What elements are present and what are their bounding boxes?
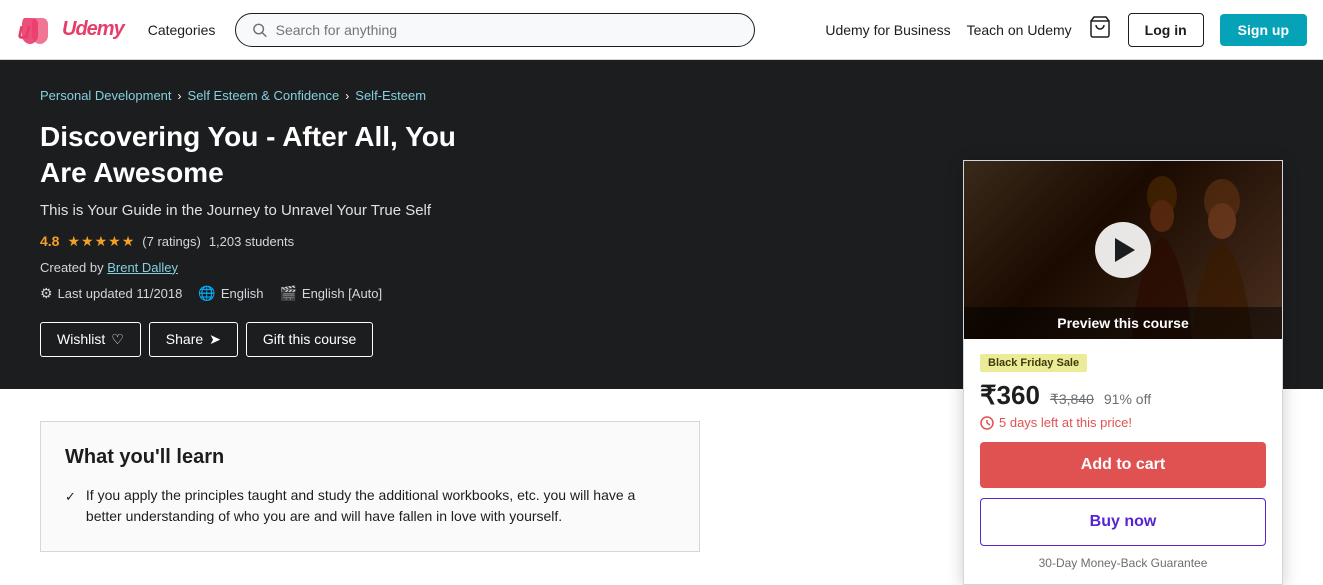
play-icon [1115, 238, 1135, 262]
discount-percent: 91% off [1104, 391, 1151, 407]
wishlist-button[interactable]: Wishlist ♡ [40, 322, 141, 357]
original-price: ₹3,840 [1050, 391, 1094, 408]
star-1: ★ [67, 233, 80, 250]
meta-row: ⚙ Last updated 11/2018 🌐 English 🎬 Engli… [40, 285, 460, 302]
current-price: ₹360 [980, 380, 1040, 411]
learn-section: What you'll learn ✓ If you apply the pri… [40, 421, 700, 552]
hero-section: Personal Development › Self Esteem & Con… [0, 60, 1323, 389]
course-card: Preview this course Black Friday Sale ₹3… [963, 160, 1283, 585]
rating-number: 4.8 [40, 233, 59, 249]
course-preview-image[interactable]: Preview this course [964, 161, 1282, 339]
signup-button[interactable]: Sign up [1220, 14, 1307, 46]
last-updated: ⚙ Last updated 11/2018 [40, 285, 182, 302]
add-to-cart-button[interactable]: Add to cart [980, 442, 1266, 488]
star-3: ★ [95, 233, 108, 250]
search-input[interactable] [276, 22, 739, 38]
cc-icon: 🎬 [279, 285, 296, 302]
settings-icon: ⚙ [40, 285, 53, 302]
star-5: ★ [122, 233, 135, 250]
instructor-link[interactable]: Brent Dalley [107, 260, 178, 275]
course-card-body: Black Friday Sale ₹360 ₹3,840 91% off 5 … [964, 339, 1282, 584]
globe-icon: 🌐 [198, 285, 215, 302]
search-icon [252, 22, 267, 38]
heart-icon: ♡ [111, 331, 124, 348]
logo-link[interactable]: 𝑢 Udemy [16, 10, 124, 50]
preview-label[interactable]: Preview this course [964, 307, 1282, 339]
money-back-text: 30-Day Money-Back Guarantee [980, 556, 1266, 570]
language: 🌐 English [198, 285, 263, 302]
course-subtitle: This is Your Guide in the Journey to Unr… [40, 202, 460, 219]
svg-text:𝑢: 𝑢 [18, 18, 31, 43]
learn-item: ✓ If you apply the principles taught and… [65, 485, 675, 527]
breadcrumb-self-esteem[interactable]: Self-Esteem [355, 88, 426, 103]
price-row: ₹360 ₹3,840 91% off [980, 380, 1266, 411]
captions: 🎬 English [Auto] [279, 285, 382, 302]
star-2: ★ [81, 233, 94, 250]
clock-icon [980, 416, 994, 430]
udemy-business-link[interactable]: Udemy for Business [825, 22, 950, 38]
stars: ★ ★ ★ ★ ★ [67, 233, 134, 250]
share-icon: ➤ [209, 331, 221, 348]
check-icon: ✓ [65, 487, 76, 507]
breadcrumb-self-esteem-conf[interactable]: Self Esteem & Confidence [188, 88, 340, 103]
gift-button[interactable]: Gift this course [246, 322, 373, 357]
breadcrumb-sep-2: › [345, 89, 349, 103]
created-by: Created by Brent Dalley [40, 260, 460, 275]
search-bar[interactable] [235, 13, 755, 47]
navbar: 𝑢 Udemy Categories Udemy for Business Te… [0, 0, 1323, 60]
teach-link[interactable]: Teach on Udemy [967, 22, 1072, 38]
breadcrumb-sep-1: › [178, 89, 182, 103]
play-button[interactable] [1095, 222, 1151, 278]
categories-nav[interactable]: Categories [140, 18, 224, 42]
rating-count: (7 ratings) [142, 234, 201, 249]
urgency-text: 5 days left at this price! [980, 415, 1266, 430]
hero-buttons: Wishlist ♡ Share ➤ Gift this course [40, 322, 460, 357]
udemy-logo-text: Udemy [62, 18, 124, 41]
rating-row: 4.8 ★ ★ ★ ★ ★ (7 ratings) 1,203 students [40, 233, 460, 250]
login-button[interactable]: Log in [1128, 13, 1204, 47]
student-count: 1,203 students [209, 234, 294, 249]
star-4: ★ [108, 233, 121, 250]
course-title: Discovering You - After All, You Are Awe… [40, 119, 460, 192]
cart-icon[interactable] [1088, 15, 1112, 44]
share-button[interactable]: Share ➤ [149, 322, 238, 357]
sale-badge: Black Friday Sale [980, 354, 1087, 372]
learn-title: What you'll learn [65, 446, 675, 469]
hero-content: Personal Development › Self Esteem & Con… [40, 88, 820, 357]
breadcrumb-personal-dev[interactable]: Personal Development [40, 88, 172, 103]
buy-now-button[interactable]: Buy now [980, 498, 1266, 546]
breadcrumb: Personal Development › Self Esteem & Con… [40, 88, 460, 103]
navbar-right: Udemy for Business Teach on Udemy Log in… [825, 13, 1307, 47]
